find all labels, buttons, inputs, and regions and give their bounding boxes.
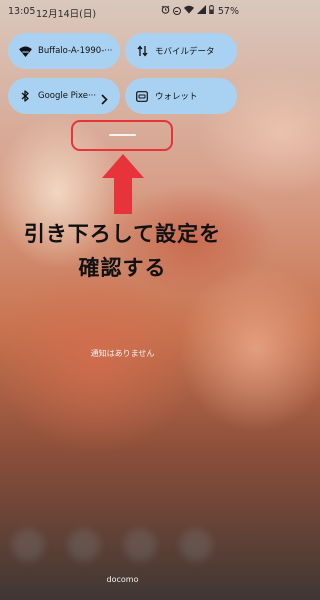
- app-icon: [124, 529, 156, 561]
- do-not-disturb-icon: [172, 7, 181, 15]
- battery-icon: [209, 5, 214, 17]
- tile-bluetooth-label: Google Pixe···: [38, 91, 97, 101]
- tile-mobile-data[interactable]: モバイルデータ: [125, 33, 237, 69]
- no-notifications-text: 通知はありません: [90, 349, 155, 358]
- alarm-icon: [161, 5, 170, 17]
- app-icon: [12, 529, 44, 561]
- bluetooth-icon: [18, 89, 32, 103]
- drag-handle-highlight: [71, 120, 173, 151]
- battery-percent: 57%: [217, 5, 239, 17]
- wifi-icon: [183, 5, 194, 17]
- drag-handle[interactable]: [109, 134, 136, 136]
- tile-wallet[interactable]: ウォレット: [125, 78, 237, 114]
- tile-wallet-label: ウォレット: [155, 92, 198, 102]
- carrier-label: docomo: [106, 575, 139, 584]
- status-time: 13:05: [8, 6, 36, 17]
- mobile-data-icon: [135, 44, 149, 58]
- tile-bluetooth[interactable]: Google Pixe···: [8, 78, 120, 114]
- chevron-right-icon[interactable]: [101, 90, 108, 109]
- arrow-up-icon: [102, 154, 144, 178]
- blurred-dock: [0, 525, 245, 565]
- tile-mobile-data-label: モバイルデータ: [155, 47, 215, 57]
- wifi-icon: [18, 44, 32, 58]
- wallet-icon: [135, 89, 149, 103]
- tile-wifi-label: Buffalo-A-1990-···: [38, 46, 113, 56]
- app-icon: [180, 529, 212, 561]
- status-icons: 57%: [161, 5, 239, 17]
- signal-icon: [196, 5, 206, 17]
- instruction-line-1: 引き下ろして設定を: [23, 222, 222, 246]
- app-icon: [68, 529, 100, 561]
- status-bar: 13:05 12月14日(日) 57%: [0, 0, 245, 22]
- arrow-shaft: [114, 176, 132, 214]
- tile-wifi[interactable]: Buffalo-A-1990-···: [8, 33, 120, 69]
- status-date: 12月14日(日): [36, 9, 97, 20]
- instruction-line-2: 確認する: [78, 256, 167, 280]
